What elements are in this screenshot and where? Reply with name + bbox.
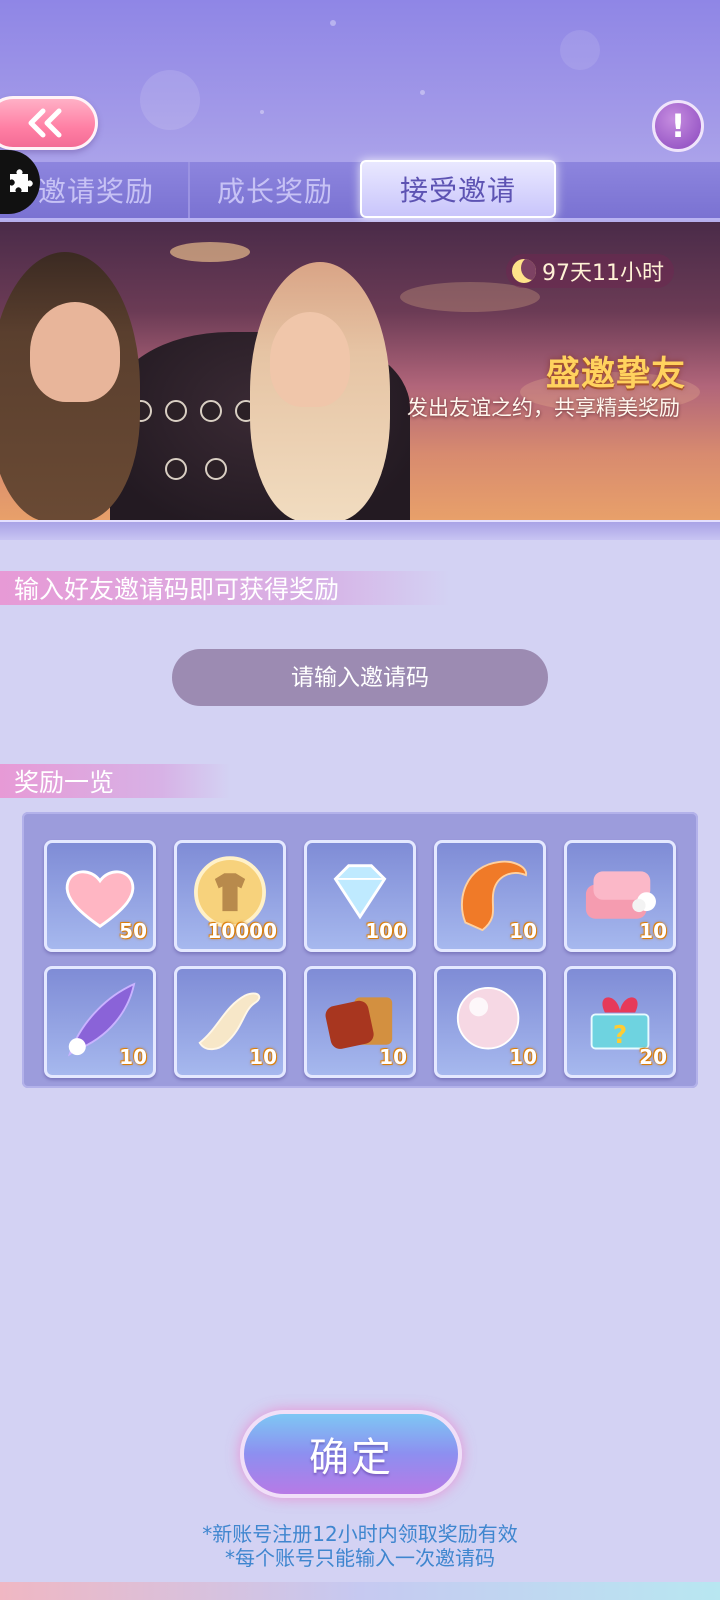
svg-text:?: ? [613,1020,627,1049]
promo-title: 盛邀挚友 [546,354,686,394]
reward-item-leather[interactable]: 10 [304,966,416,1078]
puzzle-icon [10,169,33,192]
rewards-section-label: 奖励一览 [0,764,230,798]
reward-item-heart[interactable]: 50 [44,840,156,952]
reward-item-coin[interactable]: 10000 [174,840,286,952]
reward-count: 10 [379,1045,407,1069]
reward-count: 10000 [207,919,277,943]
confirm-button[interactable]: 确定 [240,1410,462,1498]
reward-count: 10 [249,1045,277,1069]
timer-text: 97天11小时 [542,261,664,286]
reward-count: 20 [639,1045,667,1069]
double-chevron-left-icon [28,108,62,138]
footer-strip [0,1582,720,1600]
reward-count: 50 [119,919,147,943]
reward-count: 10 [639,919,667,943]
info-button[interactable]: ! [652,100,704,152]
banner-divider [0,520,720,540]
tab-label: 邀请奖励 [37,175,154,208]
reward-item-ribbon[interactable]: 10 [174,966,286,1078]
reward-item-gift[interactable]: ? 20 [564,966,676,1078]
reward-item-diamond[interactable]: 100 [304,840,416,952]
reward-item-pearl[interactable]: 10 [434,966,546,1078]
reward-count: 10 [509,1045,537,1069]
tab-label: 成长奖励 [216,175,333,208]
tab-label: 接受邀请 [399,174,516,207]
exclamation-icon: ! [670,107,686,145]
invite-section-label: 输入好友邀请码即可获得奖励 [0,571,450,605]
reward-count: 10 [119,1045,147,1069]
reward-count: 10 [509,919,537,943]
reward-item-feather[interactable]: 10 [44,966,156,1078]
tab-accept-invite[interactable]: 接受邀请 [360,160,556,218]
moon-icon [512,259,536,283]
promo-subtitle: 发出友谊之约，共享精美奖励 [407,396,680,420]
notice-text: *每个账号只能输入一次邀请码 [225,1546,495,1570]
reward-item-fur[interactable]: 10 [434,840,546,952]
tab-bar: 邀请奖励 成长奖励 接受邀请 [0,160,720,220]
invite-code-input[interactable] [172,649,548,706]
reward-count: 100 [365,919,407,943]
event-timer: 97天11小时 [506,254,674,288]
tab-growth-rewards[interactable]: 成长奖励 [188,162,360,218]
reward-item-fabric[interactable]: 10 [564,840,676,952]
back-button[interactable] [0,96,98,150]
reward-panel: 50 10000 100 10 10 10 10 10 10 ? 20 [22,812,698,1088]
